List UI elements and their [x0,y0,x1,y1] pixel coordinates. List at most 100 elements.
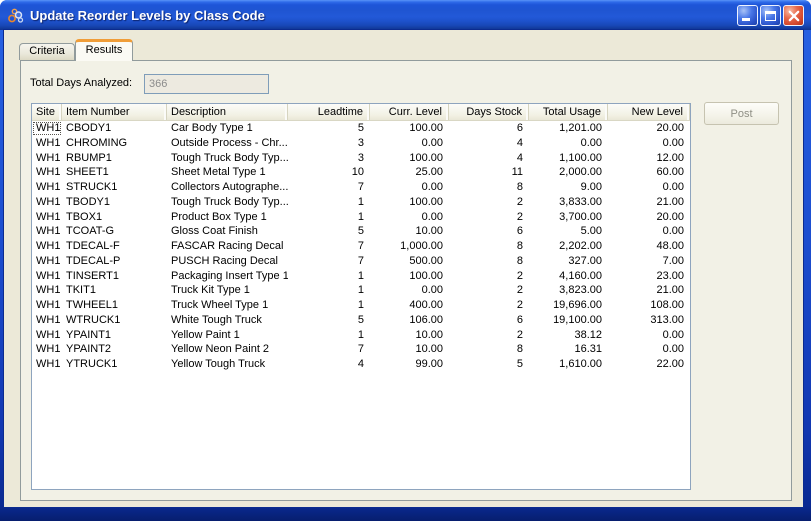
table-cell[interactable]: 5 [288,313,370,328]
table-cell[interactable]: 1 [288,298,370,313]
table-cell[interactable]: 10.00 [370,224,449,239]
table-cell[interactable]: 5.00 [529,224,608,239]
table-cell[interactable]: 1 [288,210,370,225]
table-cell[interactable]: TINSERT1 [62,269,167,284]
table-cell[interactable]: WH1 [32,313,62,328]
table-cell[interactable]: Yellow Paint 1 [167,328,288,343]
table-row[interactable]: WH1YPAINT1Yellow Paint 1110.00238.120.00 [32,328,690,343]
table-cell[interactable]: 327.00 [529,254,608,269]
table-cell[interactable]: TWHEEL1 [62,298,167,313]
table-cell[interactable]: 11 [449,165,529,180]
table-row[interactable]: WH1TBODY1Tough Truck Body Typ...1100.002… [32,195,690,210]
table-cell[interactable]: 1,000.00 [370,239,449,254]
table-cell[interactable]: 2 [449,195,529,210]
table-cell[interactable]: STRUCK1 [62,180,167,195]
table-cell[interactable]: TBOX1 [62,210,167,225]
table-cell[interactable]: Car Body Type 1 [167,121,288,136]
table-cell[interactable]: White Tough Truck [167,313,288,328]
table-cell[interactable]: WH1 [32,357,62,372]
table-row[interactable]: WH1TKIT1Truck Kit Type 110.0023,823.0021… [32,283,690,298]
table-cell[interactable]: 10.00 [370,342,449,357]
table-cell[interactable]: 0.00 [608,136,690,151]
table-row[interactable]: WH1WTRUCK1White Tough Truck5106.00619,10… [32,313,690,328]
table-cell[interactable]: Tough Truck Body Typ... [167,151,288,166]
table-cell[interactable]: 1 [288,328,370,343]
post-button[interactable]: Post [704,102,779,125]
table-cell[interactable]: 2,202.00 [529,239,608,254]
table-cell[interactable]: WH1 [32,210,62,225]
table-row[interactable]: WH1TDECAL-PPUSCH Racing Decal7500.008327… [32,254,690,269]
table-row[interactable]: WH1TWHEEL1Truck Wheel Type 11400.00219,6… [32,298,690,313]
tab-results[interactable]: Results [75,39,133,61]
column-header-leadtime[interactable]: Leadtime [288,104,370,120]
table-cell[interactable]: WH1 [32,254,62,269]
table-cell[interactable]: 25.00 [370,165,449,180]
minimize-button[interactable] [737,5,758,26]
table-cell[interactable]: 3 [288,136,370,151]
table-cell[interactable]: SHEET1 [62,165,167,180]
column-header-new-level[interactable]: New Level [608,104,690,120]
table-cell[interactable]: FASCAR Racing Decal [167,239,288,254]
table-cell[interactable]: 108.00 [608,298,690,313]
close-button[interactable] [783,5,804,26]
table-cell[interactable]: TBODY1 [62,195,167,210]
table-cell[interactable]: 2 [449,328,529,343]
table-cell[interactable]: TDECAL-P [62,254,167,269]
table-cell[interactable]: 7 [288,254,370,269]
table-cell[interactable]: 23.00 [608,269,690,284]
table-row[interactable]: WH1TBOX1Product Box Type 110.0023,700.00… [32,210,690,225]
table-cell[interactable]: 7 [288,239,370,254]
table-cell[interactable]: 3 [288,151,370,166]
table-cell[interactable]: 100.00 [370,269,449,284]
table-cell[interactable]: 8 [449,254,529,269]
table-cell[interactable]: 2,000.00 [529,165,608,180]
table-cell[interactable]: 10.00 [370,328,449,343]
table-cell[interactable]: 7.00 [608,254,690,269]
table-cell[interactable]: 99.00 [370,357,449,372]
column-header-curr-level[interactable]: Curr. Level [370,104,449,120]
table-cell[interactable]: 2 [449,298,529,313]
table-row[interactable]: WH1TDECAL-FFASCAR Racing Decal71,000.008… [32,239,690,254]
table-cell[interactable]: 500.00 [370,254,449,269]
table-cell[interactable]: 21.00 [608,283,690,298]
table-cell[interactable]: RBUMP1 [62,151,167,166]
table-cell[interactable]: 400.00 [370,298,449,313]
table-cell[interactable]: 5 [288,121,370,136]
table-cell[interactable]: Yellow Neon Paint 2 [167,342,288,357]
total-days-analyzed-input[interactable] [144,74,269,94]
table-cell[interactable]: WH1 [32,195,62,210]
table-cell[interactable]: 10 [288,165,370,180]
table-cell[interactable]: 1 [288,195,370,210]
table-cell[interactable]: TKIT1 [62,283,167,298]
table-cell[interactable]: CHROMING [62,136,167,151]
table-cell[interactable]: Yellow Tough Truck [167,357,288,372]
table-cell[interactable]: 7 [288,180,370,195]
table-cell[interactable]: Truck Kit Type 1 [167,283,288,298]
table-cell[interactable]: WH1 [32,165,62,180]
column-header-site[interactable]: Site [32,104,62,120]
table-row[interactable]: WH1STRUCK1Collectors Autographe...70.008… [32,180,690,195]
table-cell[interactable]: WH1 [32,298,62,313]
table-cell[interactable]: 12.00 [608,151,690,166]
table-cell[interactable]: WH1 [32,121,62,136]
table-row[interactable]: WH1CHROMINGOutside Process - Chr...30.00… [32,136,690,151]
table-cell[interactable]: 1 [288,283,370,298]
table-row[interactable]: WH1YTRUCK1Yellow Tough Truck499.0051,610… [32,357,690,372]
table-cell[interactable]: 1 [288,269,370,284]
table-cell[interactable]: Outside Process - Chr... [167,136,288,151]
table-cell[interactable]: 0.00 [608,328,690,343]
table-row[interactable]: WH1YPAINT2Yellow Neon Paint 2710.00816.3… [32,342,690,357]
table-row[interactable]: WH1TINSERT1Packaging Insert Type 11100.0… [32,269,690,284]
table-cell[interactable]: WH1 [32,342,62,357]
table-cell[interactable]: WH1 [32,269,62,284]
column-header-description[interactable]: Description [167,104,288,120]
table-cell[interactable]: 100.00 [370,195,449,210]
table-cell[interactable]: 38.12 [529,328,608,343]
table-cell[interactable]: 100.00 [370,151,449,166]
table-cell[interactable]: 0.00 [529,136,608,151]
table-cell[interactable]: 5 [449,357,529,372]
table-cell[interactable]: 5 [288,224,370,239]
table-cell[interactable]: Tough Truck Body Typ... [167,195,288,210]
table-cell[interactable]: TDECAL-F [62,239,167,254]
table-cell[interactable]: 0.00 [370,210,449,225]
